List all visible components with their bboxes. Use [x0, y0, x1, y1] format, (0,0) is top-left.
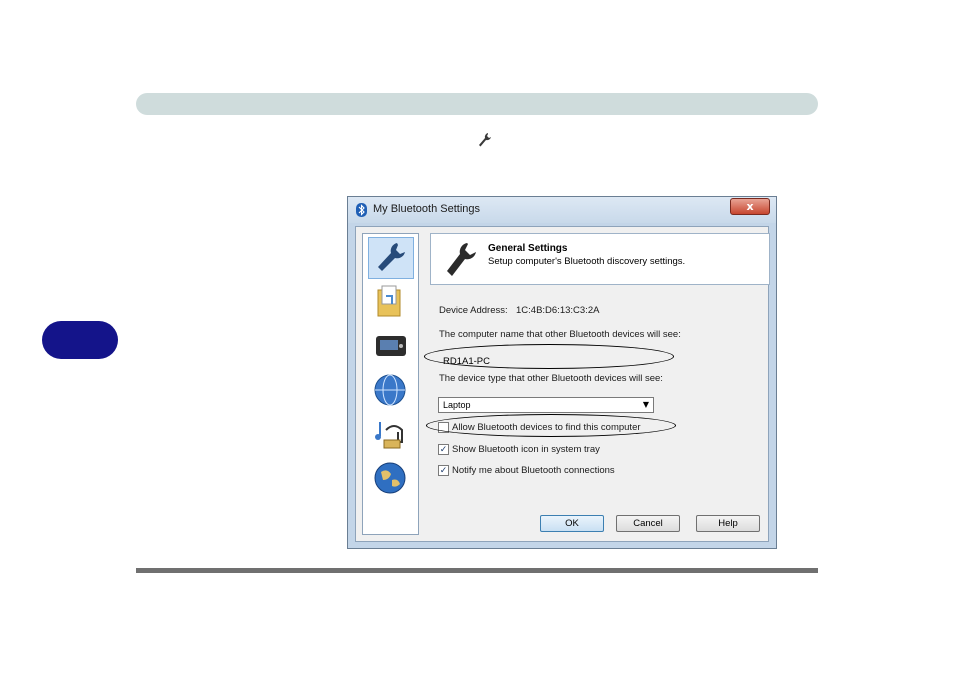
header-subtitle: Setup computer's Bluetooth discovery set… — [488, 256, 686, 267]
help-button[interactable]: Help — [696, 515, 760, 532]
settings-header: General Settings Setup computer's Blueto… — [430, 233, 770, 285]
sidebar-item-network[interactable] — [368, 370, 414, 412]
device-type-value: Laptop — [443, 400, 471, 410]
device-address-value: 1C:4B:D6:13:C3:2A — [516, 305, 600, 316]
footer-rule — [136, 568, 818, 573]
bluetooth-icon — [356, 203, 367, 217]
device-address-label: Device Address: — [439, 305, 508, 316]
sidebar-item-internet[interactable] — [368, 458, 414, 500]
chapter-tab — [42, 321, 118, 359]
ok-button[interactable]: OK — [540, 515, 604, 532]
wrench-icon — [447, 243, 476, 276]
device-type-label: The device type that other Bluetooth dev… — [439, 373, 663, 384]
header-bar — [136, 93, 818, 115]
sidebar-item-general[interactable] — [368, 237, 414, 279]
computer-name-label: The computer name that other Bluetooth d… — [439, 329, 681, 340]
globe-icon — [374, 462, 406, 494]
header-title: General Settings — [488, 243, 568, 254]
dialog-client-area: General Settings Setup computer's Blueto… — [355, 226, 770, 542]
sidebar-item-file-transfer[interactable] — [368, 282, 414, 324]
show-tray-icon-checkbox[interactable]: ✓ — [438, 444, 449, 455]
settings-sidebar — [362, 233, 419, 535]
sidebar-item-audio[interactable] — [368, 414, 414, 456]
device-type-select[interactable]: Laptop ▼ — [438, 397, 654, 413]
highlight-ellipse — [424, 344, 674, 369]
device-icon — [376, 336, 406, 356]
network-globe-icon — [374, 374, 406, 406]
notify-connections-checkbox[interactable]: ✓ — [438, 465, 449, 476]
cancel-button[interactable]: Cancel — [616, 515, 680, 532]
show-tray-icon-label: Show Bluetooth icon in system tray — [452, 444, 600, 455]
chevron-down-icon: ▼ — [642, 400, 649, 409]
music-headset-icon — [375, 422, 403, 449]
wrench-icon — [378, 243, 405, 271]
highlight-ellipse — [426, 414, 676, 437]
close-button[interactable]: x — [730, 198, 770, 215]
dialog-titlebar: My Bluetooth Settings x — [348, 197, 776, 223]
wrench-icon — [479, 133, 491, 147]
folder-icon — [377, 285, 401, 317]
bluetooth-settings-dialog: My Bluetooth Settings x General Settings… — [347, 196, 777, 549]
sidebar-item-devices[interactable] — [368, 326, 414, 368]
notify-connections-label: Notify me about Bluetooth connections — [452, 465, 615, 476]
settings-content: General Settings Setup computer's Blueto… — [424, 233, 770, 535]
dialog-title: My Bluetooth Settings — [373, 203, 481, 215]
